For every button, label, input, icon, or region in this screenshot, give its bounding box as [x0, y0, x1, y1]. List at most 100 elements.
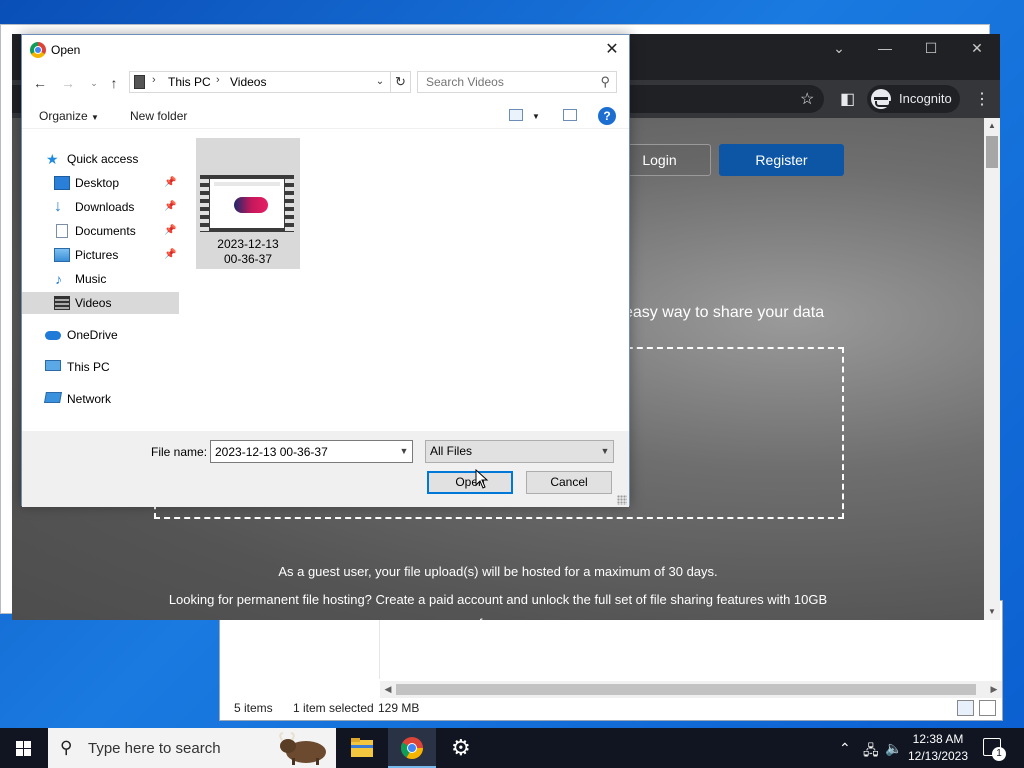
nav-item-label: Desktop [75, 176, 120, 190]
nav-item-documents[interactable]: Documents 📌 [22, 220, 179, 242]
incognito-icon [871, 89, 891, 109]
minimize-icon[interactable]: — [874, 40, 896, 56]
clock-date[interactable]: 12/13/2023 [900, 749, 976, 763]
file-name-line-2: 00-36-37 [223, 252, 273, 266]
clock-time[interactable]: 12:38 AM [900, 732, 976, 746]
nav-item-videos[interactable]: Videos [22, 292, 179, 314]
pin-icon[interactable]: 📌 [164, 244, 176, 266]
maximize-icon[interactable]: ☐ [920, 40, 942, 57]
search-input[interactable] [418, 72, 594, 92]
windows-logo-icon [16, 741, 23, 748]
menu-kebab-icon[interactable]: ⋮ [974, 89, 990, 109]
windows-logo-icon [24, 749, 31, 756]
change-view-icon[interactable] [509, 109, 523, 121]
thumbnail-frame [210, 179, 284, 228]
cancel-button[interactable]: Cancel [526, 471, 612, 494]
file-name-label: File name: [151, 445, 208, 459]
nav-item-desktop[interactable]: Desktop 📌 [22, 172, 179, 194]
file-name-dropdown-icon[interactable]: ▼ [396, 441, 412, 462]
preview-pane-icon[interactable] [563, 109, 577, 121]
guest-info-text: As a guest user, your file upload(s) wil… [278, 564, 718, 579]
permanent-hosting-text: Looking for permanent file hosting? Crea… [168, 592, 828, 620]
large-icons-view-icon[interactable] [979, 700, 996, 716]
search-box[interactable]: ⚲ [417, 71, 617, 93]
download-icon: ↓ [54, 198, 62, 215]
pin-icon[interactable]: 📌 [164, 220, 176, 242]
scroll-down-icon[interactable]: ▼ [984, 604, 1000, 620]
nav-item-quick-access[interactable]: ★ Quick access [22, 148, 179, 170]
nav-item-label: Documents [75, 224, 136, 238]
scroll-up-icon[interactable]: ▲ [984, 118, 1000, 134]
dialog-close-icon[interactable]: ✕ [601, 39, 623, 61]
dialog-title-bar: Open ✕ [22, 35, 629, 65]
network-status-icon[interactable]: 🖧 [863, 740, 879, 764]
new-folder-button[interactable]: New folder [130, 109, 187, 123]
address-dropdown-icon[interactable]: ⌄ [372, 72, 388, 92]
organize-button[interactable]: Organize ▼ [39, 109, 99, 123]
address-breadcrumb[interactable]: › This PC › Videos ⌄ ↻ [129, 71, 411, 93]
pin-icon[interactable]: 📌 [164, 196, 176, 218]
forward-arrow-icon[interactable]: → [58, 72, 78, 94]
organize-dropdown-icon: ▼ [91, 113, 99, 122]
taskbar-settings[interactable]: ⚙ [437, 728, 485, 768]
tab-search-icon[interactable]: ⌄ [828, 40, 850, 57]
recent-locations-icon[interactable]: ⌄ [84, 72, 104, 94]
nav-item-onedrive[interactable]: OneDrive [22, 324, 179, 346]
thumbnail-image [234, 197, 268, 213]
star-icon: ★ [46, 151, 59, 167]
file-type-select[interactable]: All Files ▼ [425, 440, 614, 463]
details-view-icon[interactable] [957, 700, 974, 716]
notification-center-icon[interactable]: 1 [983, 738, 1006, 761]
refresh-icon[interactable]: ↻ [390, 72, 410, 92]
folder-icon [351, 738, 373, 757]
nav-item-music[interactable]: ♪ Music [22, 268, 179, 290]
nav-item-downloads[interactable]: ↓ Downloads 📌 [22, 196, 179, 218]
start-button[interactable] [0, 728, 48, 768]
pin-icon[interactable]: 📌 [164, 172, 176, 194]
breadcrumb-this-pc[interactable]: This PC [168, 75, 211, 89]
nav-item-label: OneDrive [67, 328, 118, 342]
file-name-input[interactable] [211, 441, 395, 462]
bookmark-star-icon[interactable]: ☆ [800, 89, 814, 109]
taskbar-search[interactable]: ⚲ Type here to search [48, 728, 336, 768]
scrollbar-thumb[interactable] [396, 684, 976, 695]
nav-item-network[interactable]: Network [22, 388, 179, 410]
dialog-title: Open [51, 43, 81, 57]
back-arrow-icon[interactable]: ← [30, 72, 50, 94]
nav-item-this-pc[interactable]: This PC [22, 356, 179, 378]
dialog-command-bar: Organize ▼ New folder ▼ ? [22, 103, 629, 129]
breadcrumb-videos[interactable]: Videos [230, 75, 266, 89]
taskbar-file-explorer[interactable] [338, 728, 386, 768]
nav-item-pictures[interactable]: Pictures 📌 [22, 244, 179, 266]
view-options-dropdown-icon[interactable]: ▼ [532, 112, 540, 121]
cloud-icon [45, 331, 61, 340]
up-arrow-icon[interactable]: ↑ [104, 72, 124, 94]
windows-logo-icon [24, 741, 31, 748]
help-icon[interactable]: ? [598, 107, 616, 125]
gear-icon: ⚙ [451, 735, 471, 760]
resize-grip-icon[interactable] [617, 495, 627, 505]
scrollbar-thumb[interactable] [986, 136, 998, 168]
file-item-video[interactable]: 2023-12-13 00-36-37 [196, 138, 300, 269]
breadcrumb-chevron-icon[interactable]: › [152, 74, 156, 86]
file-type-value: All Files [430, 444, 473, 458]
nav-item-label: Videos [75, 296, 112, 310]
nav-item-label: Quick access [67, 152, 139, 166]
selection-count: 1 item selected [293, 701, 374, 715]
open-button[interactable]: Open [427, 471, 513, 494]
show-hidden-icons-chevron-icon[interactable]: ⌃ [839, 740, 851, 757]
file-name-combobox[interactable]: ▼ [210, 440, 413, 463]
page-vertical-scrollbar[interactable]: ▲ ▼ [984, 118, 1000, 620]
organize-label: Organize [39, 109, 88, 123]
close-icon[interactable]: ✕ [966, 40, 988, 57]
nav-item-label: Downloads [75, 200, 135, 214]
incognito-badge[interactable]: Incognito [867, 85, 960, 113]
register-button[interactable]: Register [719, 144, 844, 176]
film-strip-right [285, 175, 294, 232]
side-panel-icon[interactable]: ◧ [840, 89, 855, 109]
search-icon: ⚲ [600, 74, 610, 89]
breadcrumb-chevron-icon[interactable]: › [216, 74, 220, 86]
taskbar-chrome[interactable] [388, 728, 436, 768]
nav-item-label: Pictures [75, 248, 119, 262]
thumbnail-bar [214, 182, 280, 186]
